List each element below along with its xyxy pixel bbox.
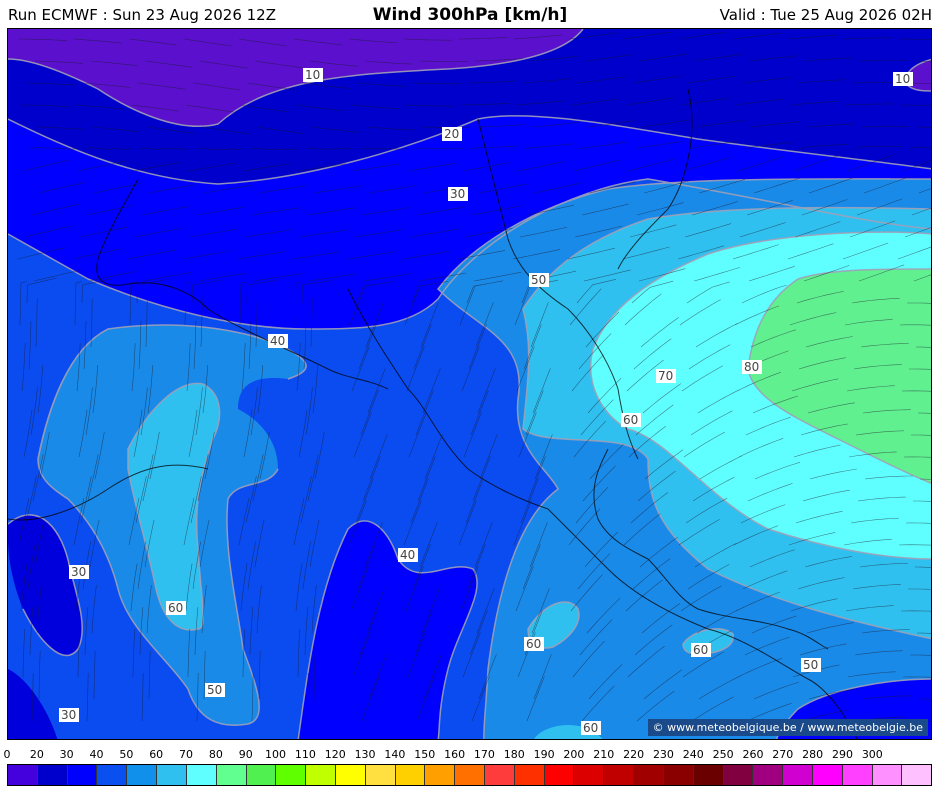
legend-tick-label: 190 (533, 748, 555, 761)
legend-swatch (723, 765, 754, 785)
legend-swatch (276, 765, 307, 785)
legend-tick-label: 80 (208, 748, 223, 761)
legend-swatch (306, 765, 336, 785)
legend-tick-label: 210 (593, 748, 615, 761)
copyright-notice[interactable]: © www.meteobelgique.be / www.meteobelgie… (647, 719, 928, 736)
contour-label: 80 (744, 360, 759, 374)
contour-label: 10 (895, 72, 910, 86)
contour-label: 60 (583, 721, 598, 735)
legend-tick-label: 280 (802, 748, 824, 761)
legend-swatch (186, 765, 217, 785)
legend-swatch (902, 765, 932, 785)
legend-swatch (395, 765, 426, 785)
legend-swatch (872, 765, 903, 785)
legend-tick-label: 230 (652, 748, 674, 761)
legend-tick-label: 180 (503, 748, 525, 761)
legend-swatch (485, 765, 515, 785)
header: Run ECMWF : Sun 23 Aug 2026 12Z Wind 300… (0, 0, 940, 28)
legend-tick-label: 140 (384, 748, 406, 761)
legend-tick-label: 300 (861, 748, 883, 761)
contour-label: 30 (450, 187, 465, 201)
legend-tick-label: 30 (59, 748, 74, 761)
contour-label: 60 (526, 637, 541, 651)
legend-swatch (157, 765, 187, 785)
legend-swatch (812, 765, 843, 785)
legend-swatch (246, 765, 277, 785)
legend-tick-label: 220 (623, 748, 645, 761)
contour-label: 40 (270, 334, 285, 348)
legend-swatch (604, 765, 635, 785)
wind-map[interactable]: 10 10 20 30 40 40 50 50 50 60 60 60 60 60 70 80 30 30 © w… (7, 28, 932, 740)
legend-swatch (783, 765, 813, 785)
legend-tick-label: 290 (831, 748, 853, 761)
contour-label: 30 (61, 708, 76, 722)
legend-swatch (216, 765, 247, 785)
wind-map-canvas: 10 10 20 30 40 40 50 50 50 60 60 60 60 60 70 80 30 30 (8, 29, 931, 739)
contour-label: 30 (71, 565, 86, 579)
legend-tick-label: 20 (29, 748, 44, 761)
contour-label: 10 (305, 68, 320, 82)
contour-label: 50 (207, 683, 222, 697)
legend-tick-label: 100 (265, 748, 287, 761)
legend-tick-label: 0 (3, 748, 11, 761)
legend-swatch (693, 765, 724, 785)
legend-tick-label: 120 (324, 748, 346, 761)
legend-swatch (514, 765, 545, 785)
legend-tick-label: 250 (712, 748, 734, 761)
legend-tick-label: 110 (294, 748, 316, 761)
legend-tick-label: 150 (414, 748, 436, 761)
legend-tick-label: 50 (119, 748, 134, 761)
legend-tick-label: 130 (354, 748, 376, 761)
legend-tick-label: 200 (563, 748, 585, 761)
legend-swatch (8, 765, 38, 785)
legend-tick-label: 70 (179, 748, 194, 761)
legend-swatch (842, 765, 873, 785)
legend-swatch (67, 765, 98, 785)
legend-bar (7, 764, 932, 786)
legend-tick-label: 270 (772, 748, 794, 761)
legend-tick-label: 60 (149, 748, 164, 761)
contour-label: 60 (168, 601, 183, 615)
contour-label: 50 (803, 658, 818, 672)
legend-swatch (335, 765, 366, 785)
legend-tick-label: 240 (682, 748, 704, 761)
legend-tick-label: 170 (473, 748, 495, 761)
legend-swatch (37, 765, 68, 785)
legend-swatch (663, 765, 694, 785)
contour-label: 40 (400, 548, 415, 562)
legend-tick-label: 260 (742, 748, 764, 761)
legend-swatch (365, 765, 396, 785)
legend-tick-label: 160 (444, 748, 466, 761)
contour-label: 50 (531, 273, 546, 287)
contour-label: 60 (693, 643, 708, 657)
legend-swatch (97, 765, 128, 785)
color-legend: 0 20 30 40 50 60 70 80 90 100 110 120 130 140 150 160 17… (0, 745, 940, 800)
legend-swatch (574, 765, 605, 785)
contour-label: 60 (623, 413, 638, 427)
legend-swatch (753, 765, 784, 785)
legend-swatch (634, 765, 664, 785)
contour-label: 70 (658, 369, 673, 383)
valid-time: Valid : Tue 25 Aug 2026 02H (719, 6, 932, 24)
legend-swatch (455, 765, 485, 785)
legend-swatch (127, 765, 158, 785)
legend-swatch (425, 765, 456, 785)
legend-tick-label: 90 (238, 748, 253, 761)
legend-tick-label: 40 (89, 748, 104, 761)
contour-label: 20 (444, 127, 459, 141)
legend-swatch (544, 765, 575, 785)
